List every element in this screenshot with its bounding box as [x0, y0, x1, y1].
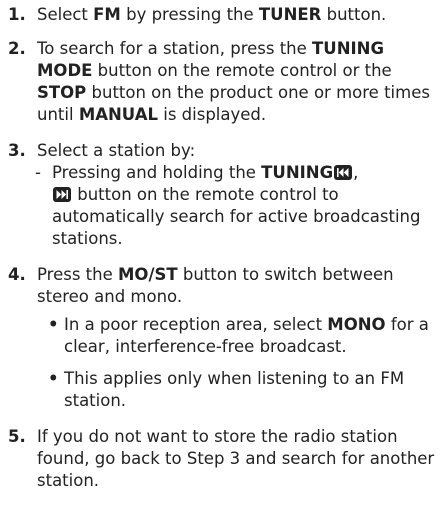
- step-number: 2.: [8, 39, 26, 58]
- step-text: Select: [37, 5, 94, 24]
- step-3: 3. Select a station by:: [0, 140, 443, 162]
- step-text: is displayed.: [158, 105, 267, 124]
- bullet-marker: •: [48, 315, 59, 334]
- fast-forward-icon: [53, 187, 71, 202]
- step-2: 2. To search for a station, press the TU…: [0, 38, 443, 126]
- comma: ,: [353, 163, 359, 182]
- step-text: by pressing the: [120, 5, 259, 24]
- bullet-text: This applies only when listening to an F…: [64, 369, 405, 410]
- rewind-icon: [334, 165, 353, 180]
- subitem-text: Pressing and holding the: [52, 163, 262, 182]
- step-3-subitem: - Pressing and holding the TUNING, butto…: [0, 162, 443, 250]
- dash-marker: -: [35, 163, 41, 182]
- step-number: 3.: [8, 141, 26, 160]
- bullet-item: • This applies only when listening to an…: [0, 368, 443, 412]
- step-text: Press the: [37, 265, 118, 284]
- step-number: 5.: [8, 427, 26, 446]
- step-4: 4. Press the MO/ST button to switch betw…: [0, 264, 443, 308]
- fm-label: FM: [93, 5, 121, 24]
- step-number: 1.: [8, 5, 26, 24]
- mo-st-label: MO/ST: [118, 265, 178, 284]
- instruction-list: 1. Select FM by pressing the TUNER butto…: [0, 0, 443, 525]
- step-text: button on the remote control or the: [92, 61, 392, 80]
- step-text: If you do not want to store the radio st…: [37, 427, 435, 490]
- bullet-item: • In a poor reception area, select MONO …: [0, 314, 443, 358]
- tuning-label: TUNING: [261, 163, 334, 182]
- stop-label: STOP: [37, 83, 87, 102]
- step-text: button.: [321, 5, 387, 24]
- step-text: To search for a station, press the: [37, 39, 313, 58]
- step-number: 4.: [8, 265, 26, 284]
- step-text: Select a station by:: [37, 141, 196, 160]
- step-5: 5. If you do not want to store the radio…: [0, 426, 443, 492]
- mono-label: MONO: [327, 315, 386, 334]
- manual-label: MANUAL: [78, 105, 158, 124]
- bullet-marker: •: [48, 369, 59, 388]
- bullet-text: In a poor reception area, select: [64, 315, 328, 334]
- step-1: 1. Select FM by pressing the TUNER butto…: [0, 4, 443, 26]
- tuner-label: TUNER: [258, 5, 322, 24]
- subitem-text: button on the remote control to automati…: [52, 185, 421, 248]
